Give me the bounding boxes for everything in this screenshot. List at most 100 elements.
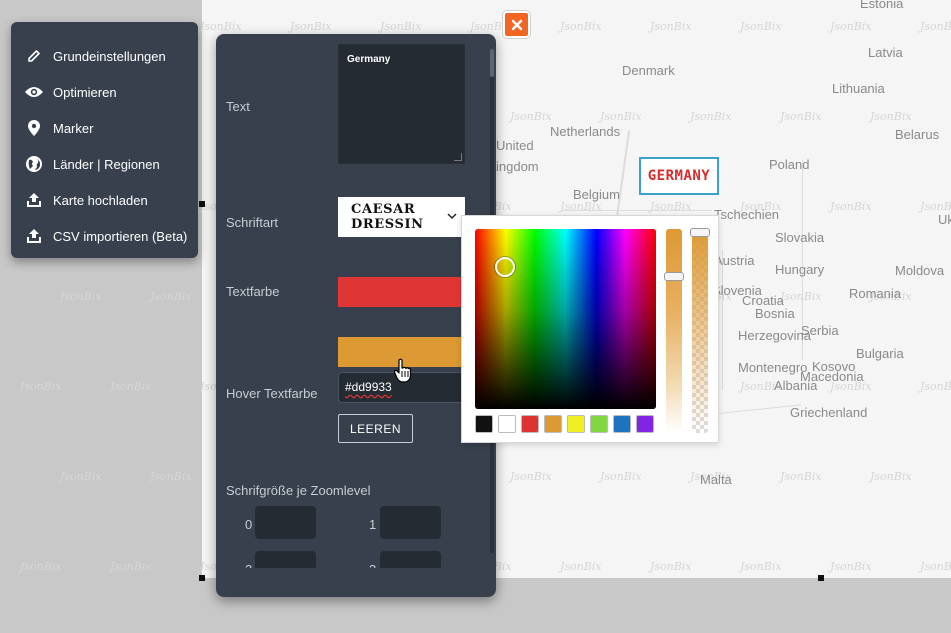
watermark: JsonBix: [600, 110, 642, 123]
pencil-icon: [24, 46, 44, 66]
upload-icon: [24, 226, 44, 246]
panel-scroll-thumb[interactable]: [490, 49, 494, 77]
country-label: Hungary: [775, 262, 825, 277]
text-color-swatch[interactable]: [338, 277, 465, 307]
menu-item-optimieren[interactable]: Optimieren: [11, 74, 198, 110]
country-label: Moldova: [895, 263, 945, 278]
preset-swatch[interactable]: [498, 415, 516, 433]
panel-footer: [226, 568, 486, 597]
watermark: JsonBix: [740, 560, 782, 573]
saturation-area[interactable]: [475, 229, 656, 409]
watermark: JsonBix: [780, 110, 822, 123]
zoom-size-input[interactable]: [380, 506, 441, 539]
preset-swatch[interactable]: [521, 415, 539, 433]
country-label: Montenegro: [738, 360, 808, 375]
hue-slider-handle[interactable]: [664, 272, 684, 281]
opacity-slider[interactable]: [692, 229, 708, 433]
map-pin-icon: [24, 118, 44, 138]
watermark: JsonBix: [60, 290, 102, 303]
watermark: JsonBix: [690, 110, 732, 123]
preset-swatch[interactable]: [636, 415, 654, 433]
resize-handle[interactable]: [199, 201, 205, 207]
hex-input-value: #dd9933: [345, 380, 392, 394]
country-label: Bosnia: [755, 306, 795, 321]
country-label: Denmark: [622, 63, 675, 78]
clear-button[interactable]: LEEREN: [338, 414, 413, 443]
watermark: JsonBix: [510, 470, 552, 483]
country-label: Estonia: [860, 0, 904, 11]
watermark: JsonBix: [20, 380, 62, 393]
watermark: JsonBix: [920, 560, 951, 573]
country-label: Slovakia: [775, 230, 825, 245]
preset-swatch[interactable]: [475, 415, 493, 433]
text-input[interactable]: Germany: [338, 44, 465, 164]
menu-item-marker[interactable]: Marker: [11, 110, 198, 146]
menu-item-csv-importieren[interactable]: CSV importieren (Beta): [11, 218, 198, 254]
resize-handle[interactable]: [818, 575, 824, 581]
country-label: Poland: [769, 157, 810, 172]
watermark: JsonBix: [920, 20, 951, 33]
preset-swatch[interactable]: [544, 415, 562, 433]
menu-item-label: Länder | Regionen: [53, 156, 160, 172]
menu-item-label: CSV importieren (Beta): [53, 228, 188, 244]
menu-item-karte-hochladen[interactable]: Karte hochladen: [11, 182, 198, 218]
watermark: JsonBix: [150, 470, 192, 483]
text-label: Text: [226, 99, 250, 114]
color-picker: [461, 215, 719, 443]
watermark: JsonBix: [780, 470, 822, 483]
color-cursor[interactable]: [495, 257, 515, 277]
text-input-value: Germany: [347, 54, 391, 65]
main-menu: Grundeinstellungen Optimieren Marker Län…: [11, 22, 198, 258]
country-label: Albania: [774, 378, 818, 393]
brightness-gradient: [475, 229, 656, 409]
globe-icon: [24, 154, 44, 174]
country-label: Lithuania: [832, 81, 885, 96]
menu-item-label: Marker: [53, 120, 94, 136]
zoom-size-input[interactable]: [255, 506, 316, 539]
watermark: JsonBix: [830, 560, 872, 573]
watermark: JsonBix: [920, 380, 951, 393]
chevron-down-icon: [447, 213, 457, 220]
watermark: JsonBix: [870, 110, 912, 123]
menu-item-laender-regionen[interactable]: Länder | Regionen: [11, 146, 198, 182]
text-color-label: Textfarbe: [226, 284, 280, 299]
country-label: Belgium: [573, 187, 620, 202]
country-label: Romania: [849, 286, 902, 301]
hand-pointer-icon: [393, 358, 412, 383]
watermark: JsonBix: [560, 560, 602, 573]
country-label: Belarus: [895, 127, 940, 142]
close-icon: [511, 19, 522, 30]
country-label: Austria: [714, 253, 755, 268]
preset-swatch[interactable]: [567, 415, 585, 433]
opacity-slider-handle[interactable]: [690, 228, 710, 237]
menu-item-label: Grundeinstellungen: [53, 48, 166, 64]
country-label: Uk: [938, 212, 951, 227]
watermark: JsonBix: [740, 20, 782, 33]
watermark: JsonBix: [870, 470, 912, 483]
country-label-marker[interactable]: GERMANY: [639, 157, 719, 195]
preset-swatch[interactable]: [613, 415, 631, 433]
watermark: JsonBix: [20, 560, 62, 573]
country-label: Tschechien: [714, 207, 780, 222]
country-label: Serbia: [801, 323, 839, 338]
hover-color-label: Hover Textfarbe: [226, 386, 318, 401]
menu-item-grundeinstellungen[interactable]: Grundeinstellungen: [11, 38, 198, 74]
country-label: United: [496, 138, 534, 153]
close-button[interactable]: [503, 11, 530, 38]
country-label: ingdom: [496, 159, 539, 174]
zoom-level-label: 1: [369, 517, 377, 532]
resize-grip-icon[interactable]: [454, 153, 462, 161]
country-label: Netherlands: [550, 124, 621, 139]
resize-handle[interactable]: [199, 575, 205, 581]
watermark: JsonBix: [290, 20, 332, 33]
eye-icon: [24, 82, 44, 102]
watermark: JsonBix: [110, 380, 152, 393]
font-label: Schriftart: [226, 215, 279, 230]
map-border: [722, 250, 723, 390]
country-label: Griechenland: [790, 405, 868, 420]
font-select[interactable]: CAESAR DRESSIN: [338, 197, 465, 237]
watermark: JsonBix: [650, 560, 692, 573]
preset-swatch[interactable]: [590, 415, 608, 433]
hue-slider[interactable]: [666, 229, 682, 433]
zoom-level-label: 0: [245, 517, 253, 532]
